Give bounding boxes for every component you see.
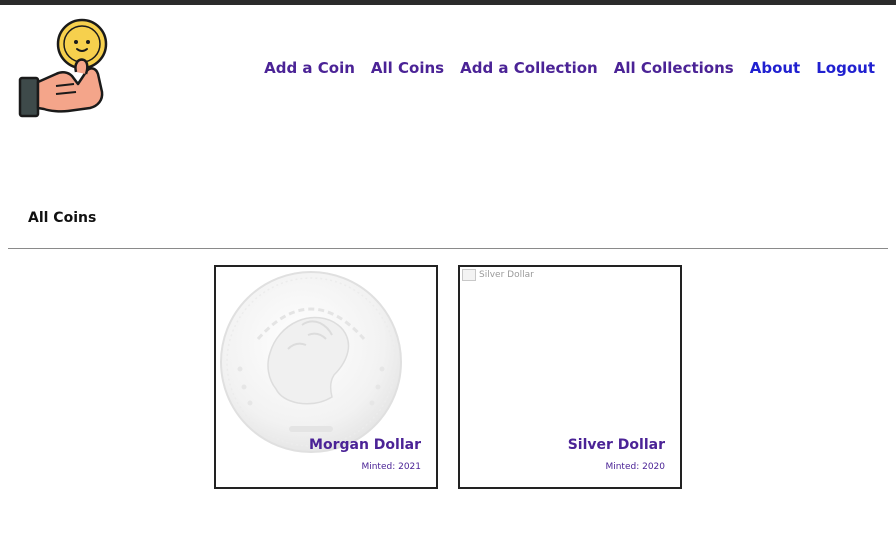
coin-name[interactable]: Silver Dollar <box>568 437 665 453</box>
coin-minted: Minted: 2020 <box>605 462 665 472</box>
nav-all-collections[interactable]: All Collections <box>614 58 734 78</box>
nav-about[interactable]: About <box>750 58 801 78</box>
main-nav: Add a Coin All Coins Add a Collection Al… <box>248 58 875 78</box>
coin-card[interactable]: Morgan Dollar Minted: 2021 <box>214 265 438 489</box>
nav-add-collection[interactable]: Add a Collection <box>460 58 598 78</box>
broken-image-glyph <box>462 269 476 281</box>
image-alt-text: Silver Dollar <box>479 270 534 280</box>
divider <box>8 248 888 249</box>
morgan-dollar-coin-icon <box>220 271 402 453</box>
broken-image-icon: Silver Dollar <box>462 269 534 281</box>
coin-name[interactable]: Morgan Dollar <box>309 437 421 453</box>
page-title: All Coins <box>28 210 97 226</box>
nav-all-coins[interactable]: All Coins <box>371 58 444 78</box>
hand-holding-coin-icon[interactable] <box>16 16 110 120</box>
nav-add-coin[interactable]: Add a Coin <box>264 58 355 78</box>
coin-minted: Minted: 2021 <box>361 462 421 472</box>
coin-card[interactable]: Silver Dollar Silver Dollar Minted: 2020 <box>458 265 682 489</box>
top-bar <box>0 0 896 5</box>
nav-logout[interactable]: Logout <box>816 58 875 78</box>
